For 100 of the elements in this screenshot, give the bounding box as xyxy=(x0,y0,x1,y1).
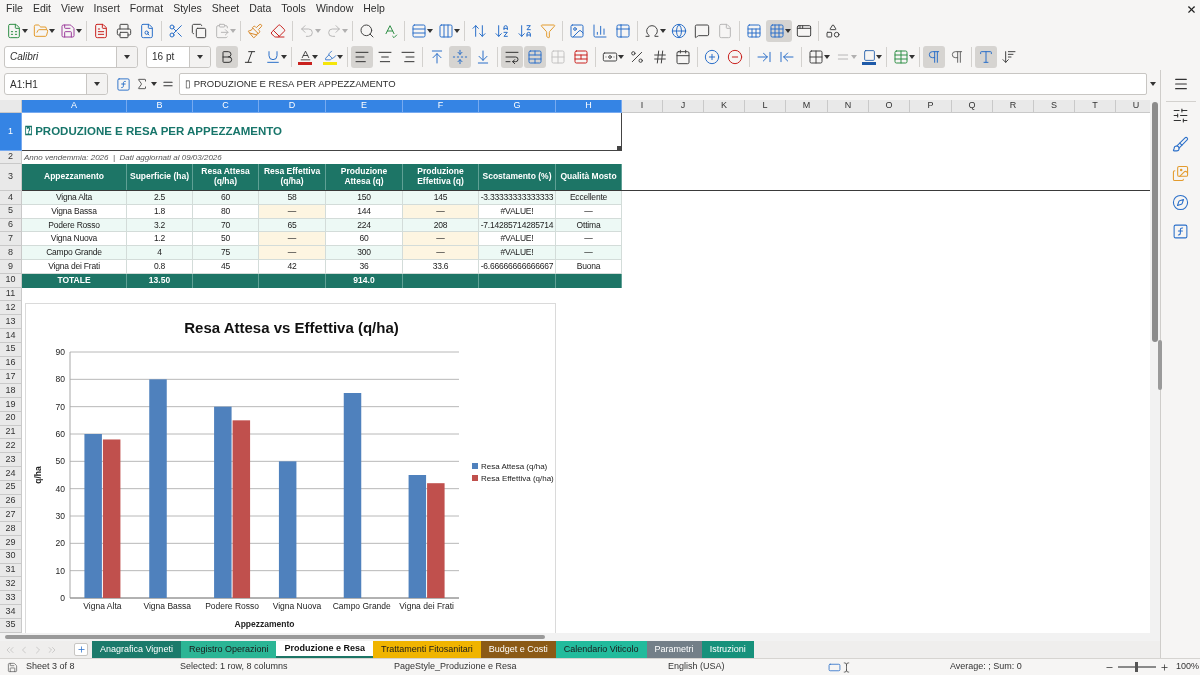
row-header[interactable]: 27 xyxy=(0,508,22,523)
column-header[interactable]: S xyxy=(1034,100,1075,113)
column-header[interactable]: H xyxy=(556,100,622,113)
sheet-tab[interactable]: Registro Operazioni xyxy=(180,641,277,658)
table-cell: 75 xyxy=(193,246,259,260)
row-header[interactable]: 7 xyxy=(0,232,22,247)
sheet-tab[interactable]: Istruzioni xyxy=(701,641,754,658)
column-header[interactable]: I xyxy=(622,100,663,113)
column-header[interactable]: L xyxy=(745,100,786,113)
row-header[interactable]: 32 xyxy=(0,577,22,592)
dropdown-button[interactable] xyxy=(189,46,210,67)
dropdown-button[interactable] xyxy=(116,46,137,67)
sidebar-resize-handle[interactable] xyxy=(1158,340,1162,390)
plus-icon xyxy=(76,645,86,654)
row-header[interactable]: 12 xyxy=(0,301,22,316)
align-left-button[interactable] xyxy=(351,45,373,68)
sheet-tab[interactable]: Anagrafica Vigneti xyxy=(92,641,181,658)
menu-item[interactable]: Insert xyxy=(88,1,125,17)
sheet-tab[interactable]: Budget e Costi xyxy=(480,641,556,658)
menu-item[interactable]: Data xyxy=(244,1,277,17)
align-middle-button[interactable] xyxy=(449,45,471,68)
zoom-in-button[interactable] xyxy=(1160,662,1169,672)
menu-item[interactable]: View xyxy=(56,1,89,17)
name-box[interactable]: A1:H1 xyxy=(4,73,108,95)
menu-item[interactable]: Help xyxy=(358,1,390,17)
close-document-button[interactable] xyxy=(1186,3,1197,15)
calendar-icon xyxy=(675,48,691,65)
table-header-cell: Qualità Mosto xyxy=(556,164,622,190)
font-size-combobox[interactable]: 16 pt xyxy=(146,45,211,68)
zoom-percentage-text: 100% xyxy=(1176,660,1200,674)
vertical-scrollbar-thumb[interactable] xyxy=(1152,102,1158,342)
column-header[interactable]: T xyxy=(1075,100,1116,113)
row-header[interactable]: 33 xyxy=(0,591,22,605)
column-header[interactable]: N xyxy=(828,100,869,113)
row-header[interactable]: 13 xyxy=(0,315,22,329)
column-header[interactable]: Q xyxy=(952,100,993,113)
row-header[interactable]: 3 xyxy=(0,164,22,191)
wrap-text-button[interactable] xyxy=(501,45,523,68)
left-to-right-button[interactable] xyxy=(923,45,945,68)
formula-input[interactable]: ▯ PRODUZIONE E RESA PER APPEZZAMENTO xyxy=(179,73,1147,95)
column-header[interactable]: R xyxy=(993,100,1034,113)
menu-item[interactable]: Tools xyxy=(276,1,311,17)
column-header[interactable]: B xyxy=(127,100,193,113)
sheet-title: ⍰ PRODUZIONE E RESA PER APPEZZAMENTO xyxy=(25,123,283,139)
column-header[interactable]: G xyxy=(479,100,556,113)
row-header[interactable]: 17 xyxy=(0,370,22,385)
column-header[interactable]: F xyxy=(403,100,479,113)
font-name-combobox[interactable]: Calibri xyxy=(4,45,138,68)
table-cell: #VALUE! xyxy=(479,232,556,247)
bold-button[interactable] xyxy=(216,45,238,68)
y-axis-tick-label: 60 xyxy=(55,429,65,439)
column-header[interactable]: K xyxy=(704,100,745,113)
selection-handle[interactable] xyxy=(617,146,621,150)
row-header[interactable]: 22 xyxy=(0,439,22,454)
menu-item[interactable]: Edit xyxy=(27,1,56,17)
row-header[interactable]: 8 xyxy=(0,246,22,260)
table-cell: Vigna Alta xyxy=(22,191,127,205)
caret-icon xyxy=(76,28,82,33)
zoom-slider-thumb[interactable] xyxy=(1135,662,1139,672)
table-header-cell: Resa Attesa (q/ha) xyxy=(193,164,259,190)
add-sheet-button[interactable] xyxy=(74,643,88,656)
row-header[interactable]: 2 xyxy=(0,151,22,164)
dropdown-button[interactable] xyxy=(86,74,107,94)
row-header[interactable]: 18 xyxy=(0,384,22,398)
column-header[interactable]: O xyxy=(869,100,910,113)
y-axis-tick-label: 0 xyxy=(60,593,65,603)
freeze-button[interactable] xyxy=(766,19,792,42)
sheet-tab[interactable]: Produzione e Resa xyxy=(276,641,373,658)
column-header[interactable]: M xyxy=(786,100,828,113)
menu-item[interactable]: Format xyxy=(124,1,169,17)
row-header[interactable]: 28 xyxy=(0,522,22,536)
arrows-down-icon xyxy=(1001,48,1017,65)
sum-button[interactable] xyxy=(135,77,157,91)
horizontal-scrollbar-thumb[interactable] xyxy=(5,635,545,639)
column-header[interactable]: E xyxy=(326,100,403,113)
function-icon[interactable] xyxy=(116,76,131,92)
selection-mode-icon[interactable] xyxy=(828,660,852,674)
sheet-tab[interactable]: Parametri xyxy=(646,641,702,658)
column-header[interactable]: P xyxy=(910,100,952,113)
menu-item[interactable]: Styles xyxy=(168,1,207,17)
table-columns-icon xyxy=(438,22,454,39)
column-header[interactable]: J xyxy=(663,100,704,113)
menu-item[interactable]: File xyxy=(1,1,28,17)
clipboard-icon xyxy=(214,22,230,39)
merge-center-button[interactable] xyxy=(524,45,546,68)
column-header[interactable]: U xyxy=(1116,100,1150,113)
menu-item[interactable]: Sheet xyxy=(206,1,245,17)
column-header[interactable]: C xyxy=(193,100,259,113)
sheet-tab[interactable]: Calendario Viticolo xyxy=(555,641,647,658)
row-header[interactable]: 1 xyxy=(0,113,22,151)
caret-icon xyxy=(312,54,318,59)
percent-icon xyxy=(629,48,645,65)
row-header[interactable]: 23 xyxy=(0,453,22,467)
row-header[interactable]: 4 xyxy=(0,191,22,205)
text-orientation-button[interactable] xyxy=(975,45,997,68)
column-header[interactable]: D xyxy=(259,100,326,113)
merged-title-cell[interactable]: ⍰ PRODUZIONE E RESA PER APPEZZAMENTO xyxy=(22,113,622,151)
column-header[interactable]: A xyxy=(22,100,127,113)
menu-item[interactable]: Window xyxy=(310,1,359,17)
sheet-tab[interactable]: Trattamenti Fitosanitari xyxy=(372,641,481,658)
